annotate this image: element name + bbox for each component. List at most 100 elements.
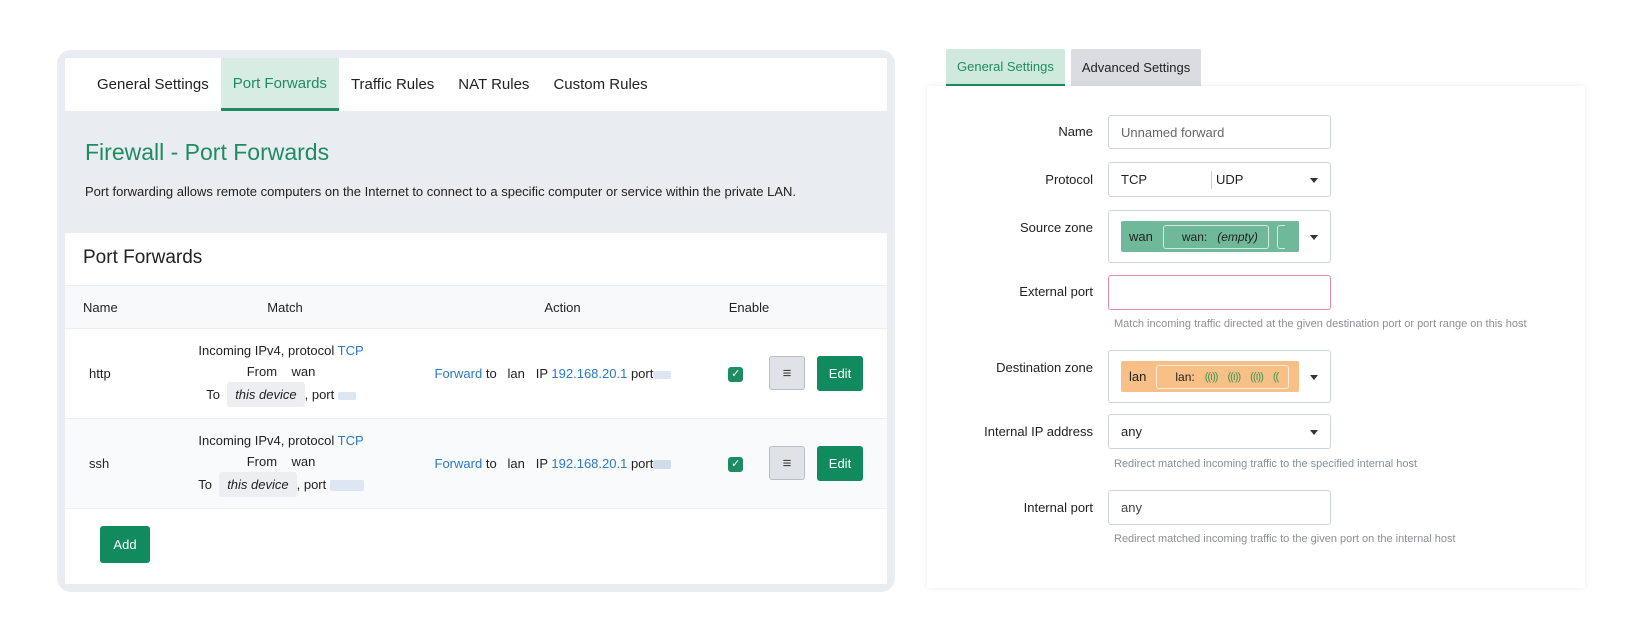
- port-forwards-panel: General Settings Port Forwards Traffic R…: [57, 50, 895, 592]
- header-enable: Enable: [728, 299, 770, 315]
- table-row: http Incoming IPv4, protocol TCP From wa…: [65, 329, 887, 419]
- from-zone: wan: [291, 454, 316, 469]
- rule-action: Forward to lan IP 192.168.20.1 port: [404, 366, 703, 381]
- enable-checkbox[interactable]: ✓: [728, 457, 744, 472]
- drag-handle-button[interactable]: ≡: [768, 356, 805, 390]
- edit-button[interactable]: Edit: [816, 356, 863, 391]
- add-button[interactable]: Add: [100, 526, 150, 563]
- zone-overflow: [1276, 224, 1285, 249]
- zone-networks: lan: ((ı)) ((ı)) ((ı)) ((: [1156, 364, 1290, 389]
- internal-ip-select[interactable]: any: [1108, 414, 1331, 449]
- rule-match: Incoming IPv4, protocol TCP From wan To …: [159, 430, 404, 497]
- section-title: Port Forwards: [83, 247, 203, 268]
- enable-cell: ✓: [702, 365, 769, 382]
- header-name: Name: [83, 299, 118, 315]
- from-label: From: [246, 364, 278, 379]
- name-label: Name: [1058, 124, 1093, 139]
- match-incoming: Incoming IPv4, protocol: [198, 433, 335, 448]
- zone-networks: wan: (empty): [1162, 224, 1269, 249]
- zone-name: lan: [1129, 369, 1147, 384]
- action-to: to: [485, 456, 497, 471]
- table-header: Name Match Action Enable: [65, 285, 887, 329]
- action-zone: lan: [507, 366, 525, 381]
- protocol-label: Protocol: [1045, 172, 1093, 187]
- internal-ip-label: Internal IP address: [984, 424, 1093, 439]
- zone-detail: lan:: [1175, 369, 1195, 384]
- header-match: Match: [267, 299, 303, 315]
- row-actions: ≡ Edit: [768, 356, 887, 391]
- tab-custom-rules[interactable]: Custom Rules: [541, 58, 659, 111]
- edit-button[interactable]: Edit: [816, 446, 863, 481]
- to-device-chip: this device: [219, 472, 297, 497]
- tab-traffic-rules[interactable]: Traffic Rules: [339, 58, 446, 111]
- external-port-hint: Match incoming traffic directed at the g…: [1114, 318, 1527, 330]
- protocol-link[interactable]: TCP: [338, 433, 364, 448]
- tab-general-settings[interactable]: General Settings: [85, 58, 221, 111]
- tab-nat-rules[interactable]: NAT Rules: [446, 58, 541, 111]
- action-ip[interactable]: 192.168.20.1: [551, 456, 627, 471]
- rule-match: Incoming IPv4, protocol TCP From wan To …: [159, 340, 404, 407]
- destination-zone-select[interactable]: lan lan: ((ı)) ((ı)) ((ı)) ((: [1108, 350, 1331, 403]
- source-zone-select[interactable]: wan wan: (empty): [1108, 210, 1331, 263]
- port-label: , port: [304, 387, 335, 402]
- lan-zone-badge: lan lan: ((ı)) ((ı)) ((ı)) ((: [1121, 361, 1299, 392]
- name-input[interactable]: Unnamed forward: [1108, 115, 1331, 149]
- forward-link[interactable]: Forward: [435, 366, 483, 381]
- internal-port-label: Internal port: [1023, 500, 1093, 515]
- rule-name: http: [89, 366, 111, 381]
- header-action: Action: [544, 299, 581, 315]
- protocol-select[interactable]: TCP UDP: [1108, 162, 1331, 197]
- internal-port-input[interactable]: any: [1108, 490, 1331, 525]
- protocol-divider: [1211, 170, 1212, 189]
- chevron-down-icon: [1310, 374, 1318, 380]
- zone-empty: (empty): [1217, 229, 1258, 244]
- page-description: Port forwarding allows remote computers …: [85, 184, 797, 199]
- redacted-port: [653, 370, 672, 379]
- wireless-icon: ((ı)): [1204, 370, 1219, 383]
- internal-ip-value: any: [1121, 424, 1142, 439]
- to-label: To: [198, 477, 212, 492]
- forward-link[interactable]: Forward: [435, 456, 483, 471]
- action-ip-label: IP: [535, 366, 548, 381]
- tab-advanced-settings[interactable]: Advanced Settings: [1070, 49, 1202, 86]
- enable-checkbox[interactable]: ✓: [728, 367, 744, 382]
- match-incoming: Incoming IPv4, protocol: [198, 343, 335, 358]
- tab-general-settings-dialog[interactable]: General Settings: [946, 49, 1065, 86]
- action-ip[interactable]: 192.168.20.1: [551, 366, 627, 381]
- chevron-down-icon: [1310, 177, 1318, 183]
- action-ip-label: IP: [535, 456, 548, 471]
- port-forwards-card: Port Forwards Name Match Action Enable h…: [65, 233, 887, 584]
- source-zone-label: Source zone: [1020, 220, 1093, 235]
- drag-handle-button[interactable]: ≡: [768, 446, 805, 480]
- wan-zone-badge: wan wan: (empty): [1121, 221, 1299, 252]
- wireless-icon: ((ı)): [1227, 370, 1241, 383]
- protocol-value-tcp: TCP: [1121, 172, 1147, 187]
- external-port-input[interactable]: [1108, 275, 1331, 310]
- edit-dialog-tabs: General Settings Advanced Settings: [946, 49, 1202, 86]
- chevron-down-icon: [1310, 234, 1318, 240]
- action-port-label: port: [630, 456, 654, 471]
- redacted-port: [329, 480, 364, 492]
- page-title: Firewall - Port Forwards: [85, 139, 330, 165]
- protocol-value-udp: UDP: [1216, 172, 1244, 187]
- to-device-chip: this device: [227, 382, 305, 407]
- zone-name: wan: [1129, 229, 1153, 244]
- wireless-icon: ((ı)): [1250, 370, 1264, 383]
- from-label: From: [246, 454, 278, 469]
- protocol-link[interactable]: TCP: [338, 343, 364, 358]
- destination-zone-label: Destination zone: [996, 360, 1093, 375]
- row-actions: ≡ Edit: [768, 446, 887, 481]
- redacted-port: [337, 391, 356, 400]
- from-zone: wan: [291, 364, 316, 379]
- tab-port-forwards[interactable]: Port Forwards: [220, 58, 339, 111]
- rule-action: Forward to lan IP 192.168.20.1 port: [404, 456, 703, 471]
- port-label: , port: [296, 477, 327, 492]
- to-label: To: [206, 387, 220, 402]
- external-port-label: External port: [1019, 284, 1093, 299]
- action-to: to: [485, 366, 497, 381]
- enable-cell: ✓: [702, 455, 769, 472]
- rule-name: ssh: [89, 456, 110, 471]
- action-port-label: port: [630, 366, 654, 381]
- redacted-port: [653, 460, 672, 470]
- wireless-icon: ((: [1272, 370, 1279, 383]
